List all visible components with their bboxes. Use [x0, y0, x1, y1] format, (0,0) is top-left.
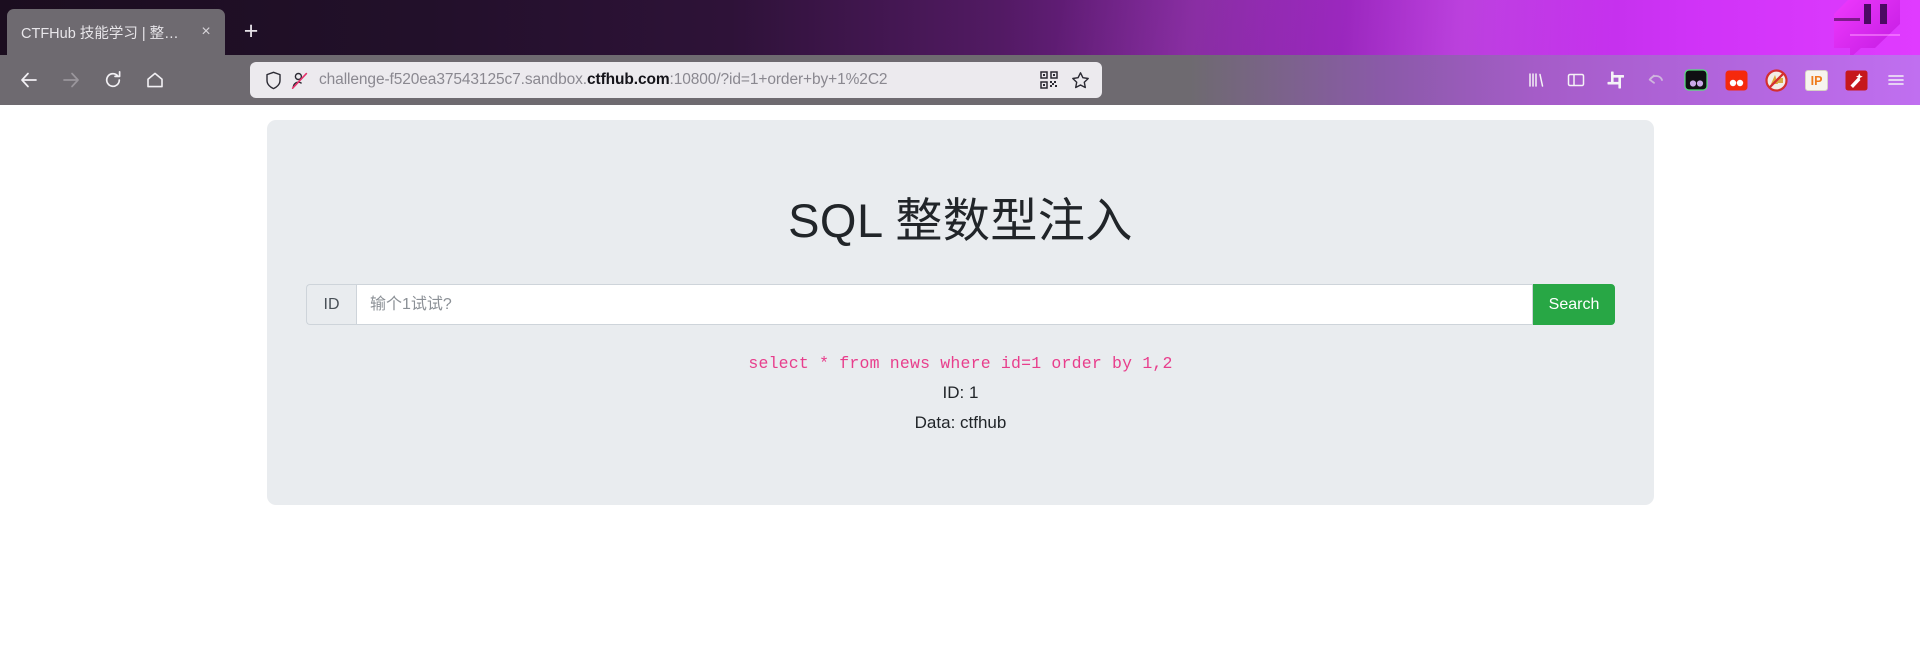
content-container: SQL 整数型注入 ID Search select * from news w…	[267, 120, 1654, 505]
url-text: challenge-f520ea37543125c7.sandbox.ctfhu…	[312, 71, 1035, 89]
page-viewport: SQL 整数型注入 ID Search select * from news w…	[0, 105, 1920, 653]
id-input[interactable]	[356, 284, 1533, 325]
home-icon[interactable]	[134, 59, 176, 101]
url-prefix: challenge-f520ea37543125c7.sandbox.	[319, 71, 587, 88]
result-data-line: Data: ctfhub	[914, 413, 1007, 432]
qr-code-icon[interactable]	[1035, 66, 1063, 94]
dark-reader-extension-icon[interactable]	[1680, 64, 1712, 96]
forward-arrow-icon	[50, 59, 92, 101]
new-tab-button[interactable]: +	[236, 16, 266, 46]
url-bar[interactable]: challenge-f520ea37543125c7.sandbox.ctfhu…	[250, 62, 1102, 98]
url-host: ctfhub.com	[586, 71, 670, 88]
page-title: SQL 整数型注入	[788, 194, 1133, 247]
navigation-buttons	[0, 59, 176, 101]
library-icon[interactable]	[1520, 64, 1552, 96]
wappalyzer-extension-icon[interactable]	[1840, 64, 1872, 96]
red-extension-icon[interactable]	[1720, 64, 1752, 96]
ip-extension-icon[interactable]: IP	[1800, 64, 1832, 96]
back-arrow-icon[interactable]	[8, 59, 50, 101]
tracking-protection-off-icon[interactable]	[286, 67, 312, 93]
titlebar-gradient-decoration	[0, 0, 1920, 55]
browser-tab[interactable]: CTFHub 技能学习 | 整数型注入 ×	[7, 9, 225, 55]
close-icon[interactable]: ×	[193, 19, 219, 45]
app-menu-icon[interactable]	[1880, 64, 1912, 96]
noscript-extension-icon[interactable]	[1760, 64, 1792, 96]
browser-titlebar: CTFHub 技能学习 | 整数型注入 × +	[0, 0, 1920, 55]
url-suffix: :10800/?id=1+order+by+1%2C2	[669, 71, 888, 88]
shield-icon[interactable]	[260, 67, 286, 93]
undo-close-tab-icon[interactable]	[1640, 64, 1672, 96]
reload-icon[interactable]	[92, 59, 134, 101]
sql-query-output: select * from news where id=1 order by 1…	[748, 354, 1173, 373]
svg-text:IP: IP	[1810, 74, 1822, 88]
url-bar-actions	[1035, 66, 1094, 94]
tab-title: CTFHub 技能学习 | 整数型注入	[21, 25, 193, 42]
browser-navbar: challenge-f520ea37543125c7.sandbox.ctfhu…	[0, 55, 1920, 105]
bookmark-star-icon[interactable]	[1066, 66, 1094, 94]
screenshot-crop-icon[interactable]	[1600, 64, 1632, 96]
result-id-line: ID: 1	[942, 383, 979, 402]
search-button[interactable]: Search	[1533, 284, 1615, 325]
twitch-glitch-logo	[1820, 0, 1920, 55]
sidebar-icon[interactable]	[1560, 64, 1592, 96]
browser-toolbar-extensions: IP	[1520, 59, 1912, 101]
id-search-form: ID Search	[306, 284, 1615, 325]
input-prefix-label: ID	[306, 284, 356, 325]
